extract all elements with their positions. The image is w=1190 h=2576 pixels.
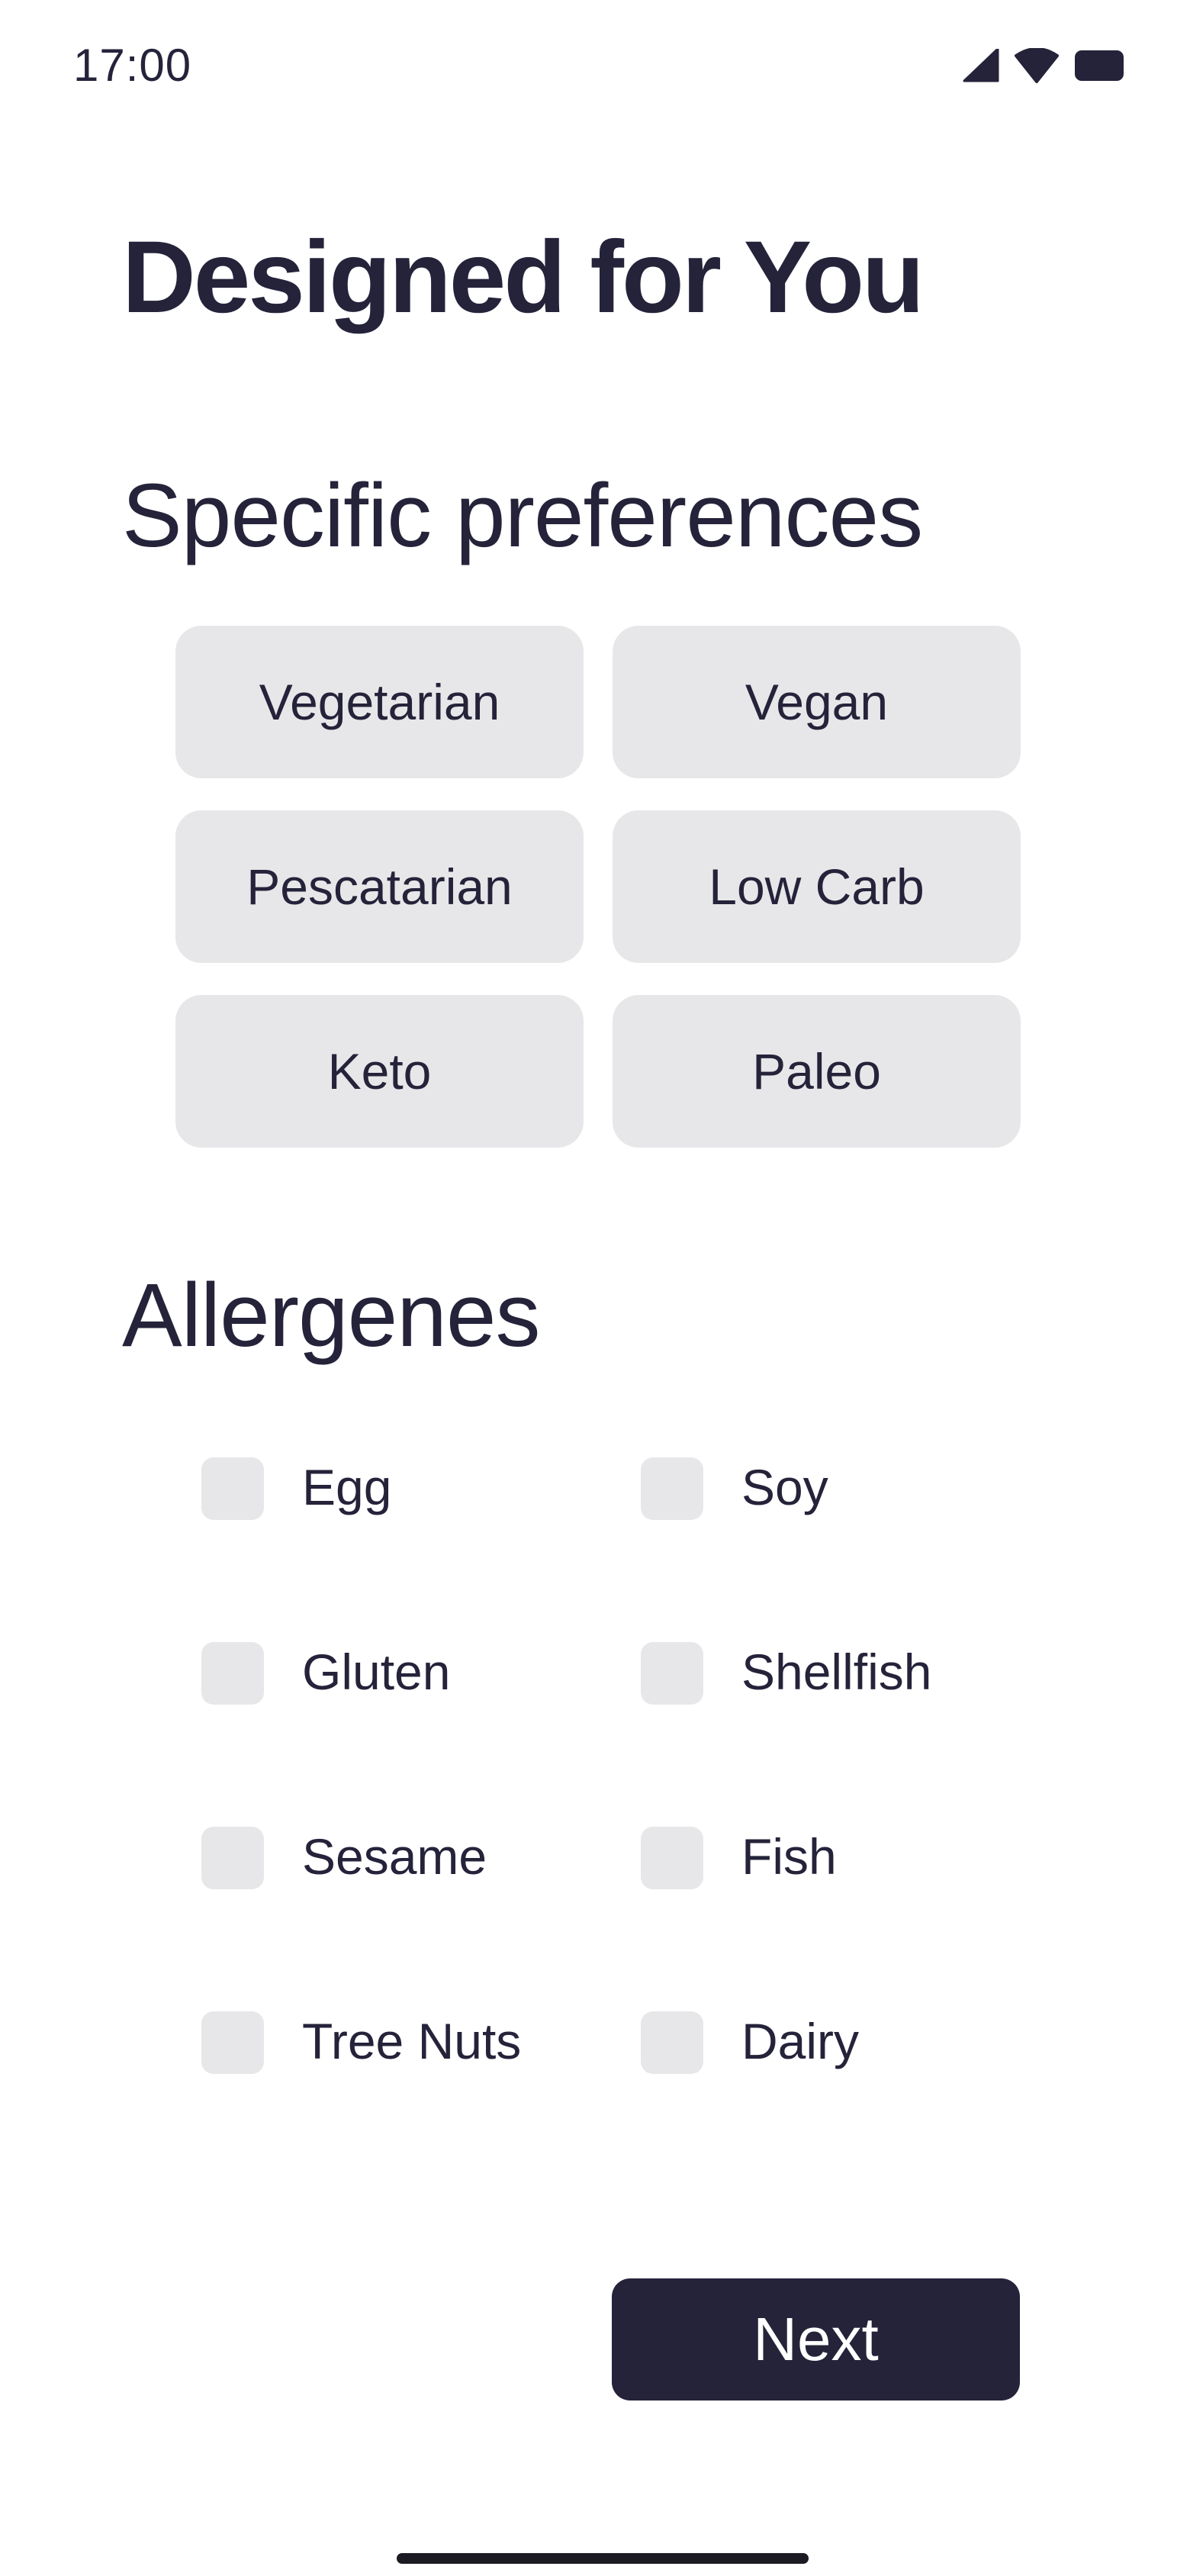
cellular-signal-icon [963,49,999,82]
allergens-heading: Allergenes [122,1265,541,1366]
preference-chip-low-carb[interactable]: Low Carb [613,810,1021,963]
allergen-item-soy[interactable]: Soy [641,1422,1056,1607]
allergen-item-fish[interactable]: Fish [641,1792,1056,1976]
status-bar: 17:00 [0,0,1190,134]
allergen-checkbox-dairy[interactable] [641,2011,703,2074]
allergen-label: Fish [741,1828,837,1885]
allergen-item-gluten[interactable]: Gluten [201,1607,641,1792]
allergen-checkbox-shellfish[interactable] [641,1642,703,1705]
allergen-item-dairy[interactable]: Dairy [641,1976,1056,2161]
page-title: Designed for You [122,221,925,334]
allergen-label: Gluten [302,1644,451,1700]
allergens-grid: Egg Soy Gluten Shellfish Sesame Fish Tre… [201,1422,1056,2161]
status-icons [963,47,1124,84]
allergen-checkbox-fish[interactable] [641,1827,703,1889]
preference-chip-paleo[interactable]: Paleo [613,995,1021,1148]
allergen-label: Egg [302,1459,392,1515]
preference-chip-vegan[interactable]: Vegan [613,626,1021,778]
preference-chip-keto[interactable]: Keto [175,995,584,1148]
allergen-checkbox-gluten[interactable] [201,1642,264,1705]
battery-icon [1074,50,1124,82]
preferences-heading: Specific preferences [122,465,923,566]
allergen-item-egg[interactable]: Egg [201,1422,641,1607]
allergen-item-sesame[interactable]: Sesame [201,1792,641,1976]
allergen-item-tree-nuts[interactable]: Tree Nuts [201,1976,641,2161]
allergen-item-shellfish[interactable]: Shellfish [641,1607,1056,1792]
home-indicator[interactable] [397,2553,809,2564]
preference-chip-pescatarian[interactable]: Pescatarian [175,810,584,963]
allergen-label: Dairy [741,2013,860,2069]
allergen-checkbox-sesame[interactable] [201,1827,264,1889]
allergen-label: Sesame [302,1828,487,1885]
allergen-checkbox-soy[interactable] [641,1457,703,1520]
allergen-checkbox-tree-nuts[interactable] [201,2011,264,2074]
wifi-icon [1015,48,1059,83]
preferences-grid: Vegetarian Vegan Pescatarian Low Carb Ke… [175,626,1021,1148]
allergen-label: Shellfish [741,1644,932,1700]
allergen-label: Soy [741,1459,828,1515]
preference-chip-vegetarian[interactable]: Vegetarian [175,626,584,778]
status-time: 17:00 [73,40,192,91]
allergen-checkbox-egg[interactable] [201,1457,264,1520]
next-button[interactable]: Next [612,2278,1020,2401]
allergen-label: Tree Nuts [302,2013,522,2069]
